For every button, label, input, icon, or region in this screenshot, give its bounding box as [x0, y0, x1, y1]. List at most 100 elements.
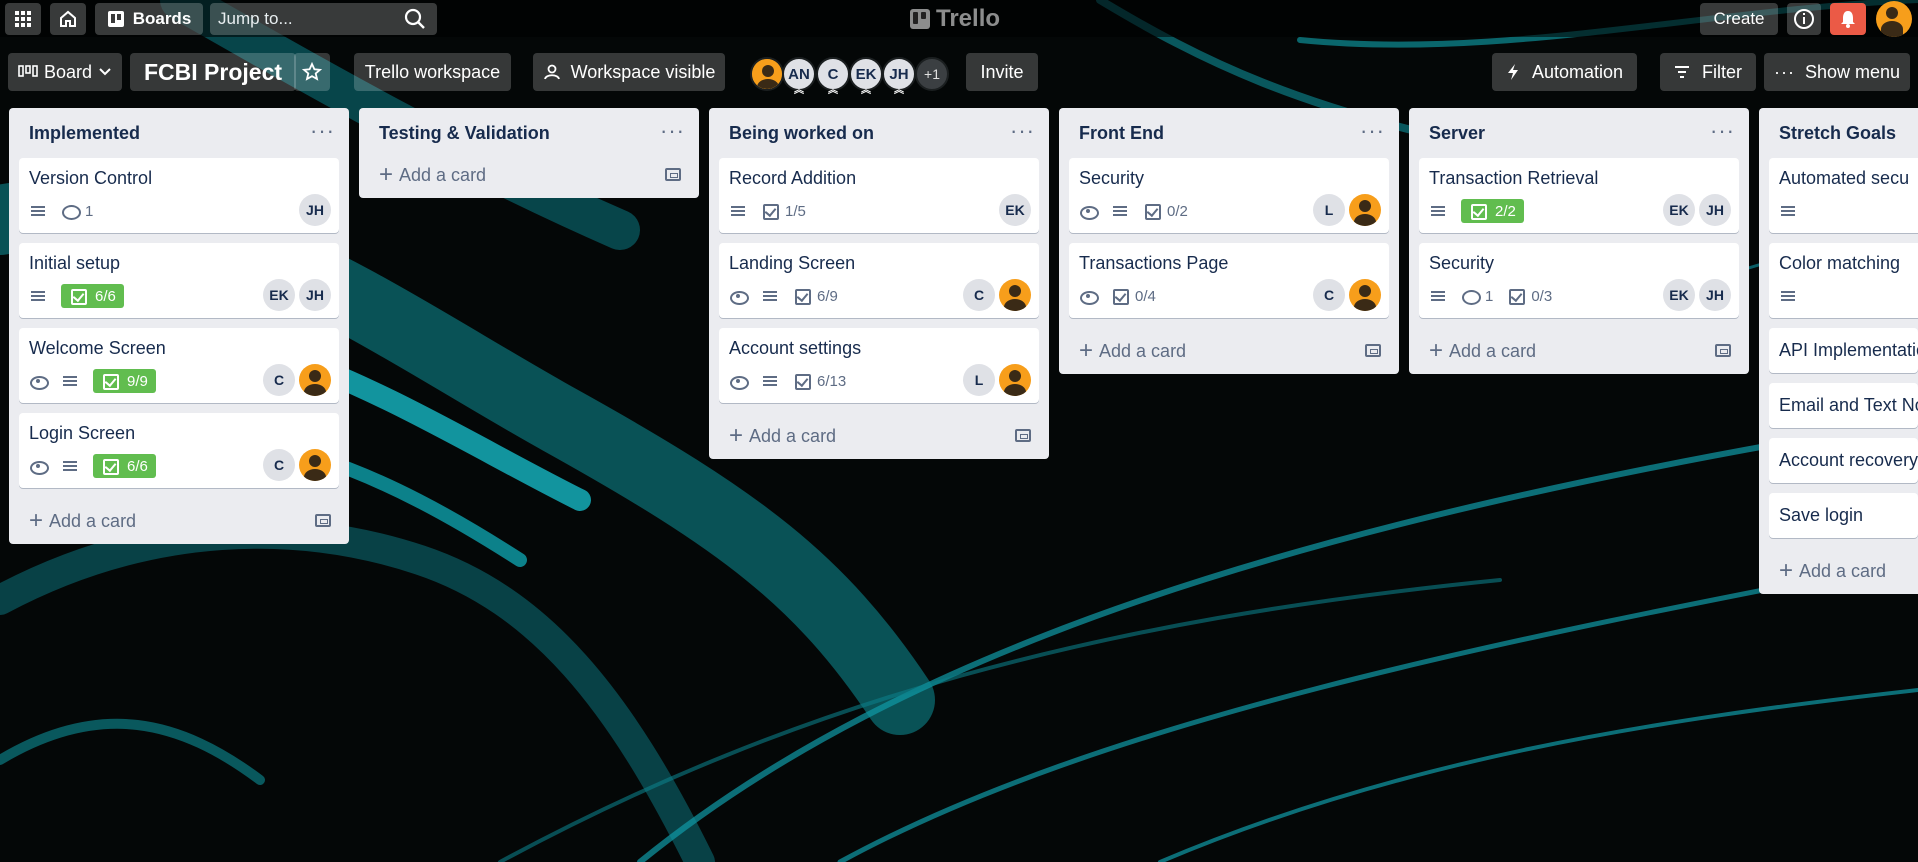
list-title[interactable]: Implemented	[29, 123, 140, 144]
card-template-icon[interactable]	[1015, 429, 1031, 442]
add-card-label: Add a card	[749, 425, 837, 446]
card[interactable]: Landing Screen 6/9 C	[719, 243, 1039, 318]
card[interactable]: Account settings 6/13 L	[719, 328, 1039, 403]
list-menu-icon[interactable]: ···	[1360, 118, 1385, 144]
card[interactable]: Automated securit	[1769, 158, 1918, 233]
card[interactable]: Security 0/2 L	[1069, 158, 1389, 233]
member-avatar[interactable]: L	[963, 364, 995, 396]
member-avatar[interactable]: JH ︽	[882, 57, 916, 96]
list-menu-icon[interactable]: ···	[1710, 118, 1735, 144]
member-avatar[interactable]: EK	[1663, 194, 1695, 226]
list-menu-icon[interactable]: ···	[310, 118, 335, 144]
member-avatar[interactable]: C	[963, 279, 995, 311]
card[interactable]: Color matching	[1769, 243, 1918, 318]
member-avatar[interactable]: C	[263, 364, 295, 396]
add-card-button[interactable]: + Add a card	[1069, 328, 1389, 374]
filter-button[interactable]: Filter	[1660, 53, 1756, 91]
card-template-icon[interactable]	[1365, 344, 1381, 357]
apps-switcher-button[interactable]	[5, 3, 41, 35]
member-avatar-person[interactable]	[999, 364, 1031, 396]
board-icon	[107, 11, 124, 27]
list-server[interactable]: Server ··· Transaction Retrieval 2/2 EK …	[1409, 108, 1749, 374]
card[interactable]: Transaction Retrieval 2/2 EK JH	[1419, 158, 1739, 233]
member-avatar[interactable]: JH	[1699, 194, 1731, 226]
card-template-icon[interactable]	[315, 514, 331, 527]
member-avatar[interactable]: EK	[999, 194, 1031, 226]
add-card-button[interactable]: + Add a card	[19, 498, 339, 544]
board-title[interactable]: FCBI Project	[130, 53, 297, 91]
member-avatar-person[interactable]	[299, 364, 331, 396]
search-icon[interactable]	[404, 8, 426, 30]
home-button[interactable]	[50, 3, 86, 35]
workspace-button[interactable]: Trello workspace	[354, 53, 511, 91]
lightning-icon	[1507, 64, 1518, 80]
list-title[interactable]: Server	[1429, 123, 1485, 144]
list-title[interactable]: Stretch Goals	[1779, 123, 1896, 144]
add-card-button[interactable]: + Add a card	[369, 152, 689, 198]
boards-button[interactable]: Boards	[95, 3, 203, 35]
card[interactable]: Save login	[1769, 493, 1918, 538]
checklist-icon	[101, 372, 119, 390]
member-avatar[interactable]: L	[1313, 194, 1345, 226]
member-avatar[interactable]: C ︽	[816, 57, 850, 96]
member-avatar[interactable]: JH	[299, 279, 331, 311]
card[interactable]: API Implementatio	[1769, 328, 1918, 373]
member-avatar[interactable]: EK	[263, 279, 295, 311]
card-template-icon[interactable]	[1715, 344, 1731, 357]
member-avatar-person[interactable]	[999, 279, 1031, 311]
list-front-end[interactable]: Front End ··· Security 0/2 L Transaction…	[1059, 108, 1399, 374]
star-board-button[interactable]	[294, 53, 330, 91]
invite-button[interactable]: Invite	[966, 53, 1038, 91]
card[interactable]: Initial setup 6/6 EK JH	[19, 243, 339, 318]
member-avatar[interactable]: EK ︽	[849, 57, 883, 96]
trello-logo[interactable]: Trello	[910, 5, 1000, 33]
card[interactable]: Email and Text No	[1769, 383, 1918, 428]
add-card-button[interactable]: + Add a card	[1419, 328, 1739, 374]
notifications-button[interactable]	[1830, 3, 1866, 35]
create-button[interactable]: Create	[1700, 3, 1778, 35]
search-input[interactable]	[210, 3, 437, 35]
automation-button[interactable]: Automation	[1492, 53, 1637, 91]
list-implemented[interactable]: Implemented ··· Version Control 1 JH Ini…	[9, 108, 349, 544]
information-button[interactable]	[1787, 3, 1821, 35]
card[interactable]: Security 1 0/3 EK JH	[1419, 243, 1739, 318]
watch-icon	[729, 372, 749, 390]
checklist-icon	[69, 287, 87, 305]
add-card-button[interactable]: + Add a card	[1769, 548, 1908, 594]
show-menu-button[interactable]: ··· Show menu	[1764, 53, 1910, 91]
card[interactable]: Version Control 1 JH	[19, 158, 339, 233]
list-title[interactable]: Being worked on	[729, 123, 874, 144]
card[interactable]: Record Addition 1/5 EK	[719, 158, 1039, 233]
card-template-icon[interactable]	[665, 168, 681, 181]
logo-text: Trello	[936, 5, 1001, 32]
member-avatar[interactable]: EK	[1663, 279, 1695, 311]
list-testing-validation[interactable]: Testing & Validation ··· + Add a card	[359, 108, 699, 198]
plus-icon: +	[729, 422, 744, 449]
account-avatar[interactable]	[1876, 1, 1912, 37]
visibility-button[interactable]: Workspace visible	[533, 53, 725, 91]
member-avatar[interactable]: C	[1313, 279, 1345, 311]
list-menu-icon[interactable]: ···	[660, 118, 685, 144]
list-menu-icon[interactable]: ···	[1010, 118, 1035, 144]
member-avatar[interactable]: AN ︽	[782, 57, 816, 96]
member-avatar-owner[interactable]	[750, 57, 784, 91]
list-stretch-goals[interactable]: Stretch Goals Automated securit Color ma…	[1759, 108, 1918, 594]
card[interactable]: Welcome Screen 9/9 C	[19, 328, 339, 403]
card[interactable]: Login Screen 6/6 C	[19, 413, 339, 488]
member-avatar[interactable]: JH	[1699, 279, 1731, 311]
checklist-count: 1/5	[785, 202, 806, 220]
member-avatar[interactable]: C	[263, 449, 295, 481]
board-view-switcher[interactable]: Board	[8, 53, 122, 91]
description-icon	[1429, 202, 1447, 220]
add-card-button[interactable]: + Add a card	[719, 413, 1039, 459]
list-title[interactable]: Testing & Validation	[379, 123, 550, 144]
member-avatar[interactable]: JH	[299, 194, 331, 226]
member-avatar-person[interactable]	[1349, 279, 1381, 311]
list-being-worked-on[interactable]: Being worked on ··· Record Addition 1/5 …	[709, 108, 1049, 459]
more-members-button[interactable]: +1	[915, 57, 949, 91]
card[interactable]: Account recovery	[1769, 438, 1918, 483]
card[interactable]: Transactions Page 0/4 C	[1069, 243, 1389, 318]
member-avatar-person[interactable]	[299, 449, 331, 481]
list-title[interactable]: Front End	[1079, 123, 1164, 144]
member-avatar-person[interactable]	[1349, 194, 1381, 226]
